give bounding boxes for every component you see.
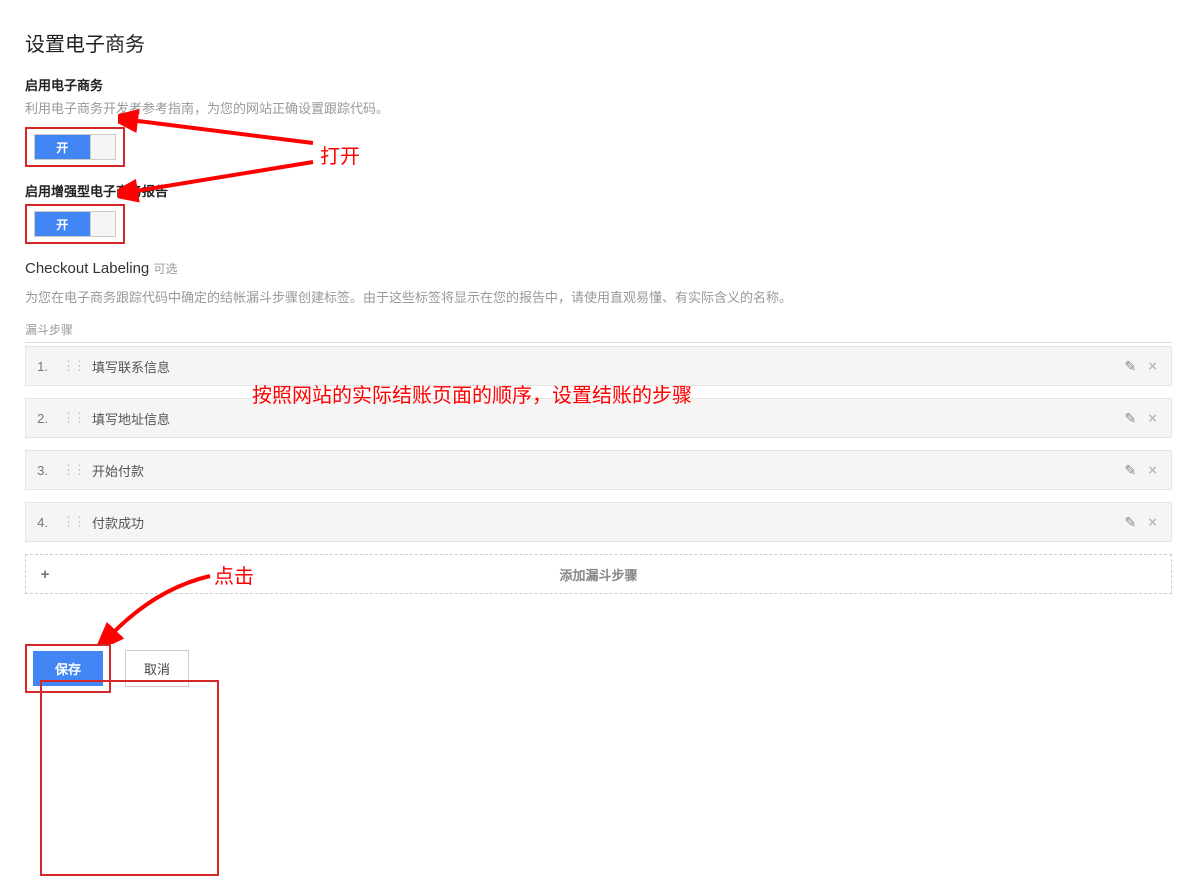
funnel-step-row[interactable]: 4. ⋮⋮ 付款成功 ✎ × — [25, 502, 1172, 542]
close-icon[interactable]: × — [1148, 358, 1157, 375]
funnel-steps-label: 漏斗步骤 — [25, 321, 1172, 338]
highlight-box-toggle-1: 开 — [25, 127, 125, 167]
page-title: 设置电子商务 — [25, 28, 1172, 57]
toggle-off-area — [90, 212, 115, 236]
enhanced-ecommerce-toggle[interactable]: 开 — [34, 211, 116, 237]
enable-ecommerce-title: 启用电子商务 — [25, 75, 1172, 94]
close-icon[interactable]: × — [1148, 514, 1157, 531]
annotation-steps: 按照网站的实际结账页面的顺序，设置结账的步骤 — [252, 379, 692, 408]
checkout-labeling-text: Checkout Labeling — [25, 260, 149, 277]
close-icon[interactable]: × — [1148, 462, 1157, 479]
checkout-labeling-header: Checkout Labeling 可选 — [25, 260, 1172, 277]
divider — [25, 342, 1172, 343]
pencil-icon[interactable]: ✎ — [1125, 462, 1137, 479]
toggle-on-label: 开 — [35, 212, 90, 236]
step-label: 填写地址信息 — [92, 409, 170, 428]
drag-handle-icon[interactable]: ⋮⋮ — [54, 462, 92, 478]
drag-handle-icon[interactable]: ⋮⋮ — [54, 358, 92, 374]
funnel-step-row[interactable]: 3. ⋮⋮ 开始付款 ✎ × — [25, 450, 1172, 490]
add-step-label: 添加漏斗步骤 — [559, 565, 637, 584]
step-number: 1. — [26, 359, 54, 374]
highlight-box-save: 保存 — [25, 644, 111, 693]
highlight-box-steps — [40, 680, 219, 876]
checkout-desc: 为您在电子商务跟踪代码中确定的结帐漏斗步骤创建标签。由于这些标签将显示在您的报告… — [25, 287, 1172, 306]
pencil-icon[interactable]: ✎ — [1125, 514, 1137, 531]
highlight-box-toggle-2: 开 — [25, 204, 125, 244]
toggle-off-area — [90, 135, 115, 159]
step-number: 2. — [26, 411, 54, 426]
arrow-icon — [118, 160, 318, 210]
arrow-icon — [95, 574, 230, 644]
drag-handle-icon[interactable]: ⋮⋮ — [54, 514, 92, 530]
close-icon[interactable]: × — [1148, 410, 1157, 427]
save-button[interactable]: 保存 — [33, 651, 103, 686]
plus-icon: + — [26, 566, 64, 583]
step-label: 开始付款 — [92, 461, 144, 480]
cancel-button[interactable]: 取消 — [125, 650, 189, 687]
drag-handle-icon[interactable]: ⋮⋮ — [54, 410, 92, 426]
toggle-on-label: 开 — [35, 135, 90, 159]
annotation-open: 打开 — [320, 140, 360, 169]
step-number: 3. — [26, 463, 54, 478]
step-number: 4. — [26, 515, 54, 530]
annotation-click: 点击 — [214, 560, 254, 589]
step-label: 填写联系信息 — [92, 357, 170, 376]
arrow-icon — [118, 108, 318, 148]
pencil-icon[interactable]: ✎ — [1125, 358, 1137, 375]
step-label: 付款成功 — [92, 513, 144, 532]
pencil-icon[interactable]: ✎ — [1125, 410, 1137, 427]
checkout-optional-label: 可选 — [153, 262, 177, 276]
enable-ecommerce-toggle[interactable]: 开 — [34, 134, 116, 160]
